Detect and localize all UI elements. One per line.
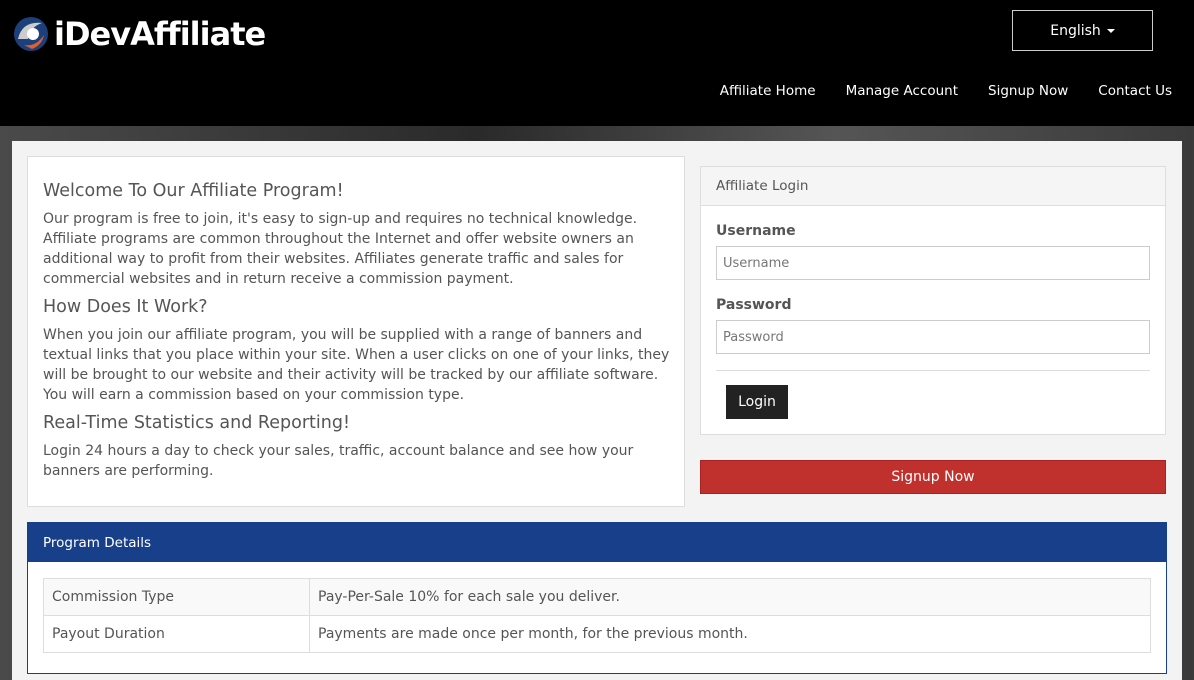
login-panel-title: Affiliate Login [701, 167, 1165, 206]
login-button[interactable]: Login [726, 385, 788, 419]
table-row: Payout Duration Payments are made once p… [43, 615, 1151, 653]
table-cell-key: Commission Type [43, 578, 310, 616]
nav-manage-account[interactable]: Manage Account [846, 82, 958, 100]
program-details-title: Program Details [28, 523, 1166, 562]
program-details-table: Commission Type Pay-Per-Sale 10% for eac… [43, 578, 1151, 653]
welcome-heading: Welcome To Our Affiliate Program! [43, 181, 344, 201]
main-nav: Affiliate Home Manage Account Signup Now… [720, 82, 1172, 100]
password-input[interactable] [716, 320, 1150, 354]
table-cell-value: Payments are made once per month, for th… [309, 615, 1151, 653]
divider [716, 370, 1150, 371]
username-label: Username [716, 223, 796, 239]
caret-down-icon [1106, 28, 1115, 33]
language-dropdown[interactable]: English [1012, 10, 1153, 51]
statistics-text: Login 24 hours a day to check your sales… [43, 443, 634, 479]
program-details-panel: Program Details Commission Type Pay-Per-… [27, 522, 1167, 674]
affiliate-login-panel: Affiliate Login Username Password Login [700, 166, 1166, 435]
welcome-text: Our program is free to join, it's easy t… [43, 211, 638, 287]
site-header: iDevAffiliate English Affiliate Home Man… [0, 0, 1194, 126]
main-content: Welcome To Our Affiliate Program! Our pr… [12, 141, 1182, 680]
signup-now-button[interactable]: Signup Now [700, 460, 1166, 494]
username-input[interactable] [716, 246, 1150, 280]
nav-affiliate-home[interactable]: Affiliate Home [720, 82, 816, 100]
logo[interactable]: iDevAffiliate [12, 14, 266, 54]
how-it-works-text: When you join our affiliate program, you… [43, 327, 670, 403]
table-row: Commission Type Pay-Per-Sale 10% for eac… [43, 578, 1151, 616]
table-cell-key: Payout Duration [43, 615, 310, 653]
logo-icon [12, 15, 50, 53]
welcome-panel: Welcome To Our Affiliate Program! Our pr… [27, 156, 685, 507]
password-label: Password [716, 297, 792, 313]
how-it-works-heading: How Does It Work? [43, 297, 208, 317]
table-cell-value: Pay-Per-Sale 10% for each sale you deliv… [309, 578, 1151, 616]
logo-text: iDevAffiliate [54, 15, 266, 53]
statistics-heading: Real-Time Statistics and Reporting! [43, 413, 350, 433]
language-label: English [1050, 22, 1101, 39]
nav-contact-us[interactable]: Contact Us [1098, 82, 1172, 100]
nav-signup-now[interactable]: Signup Now [988, 82, 1068, 100]
